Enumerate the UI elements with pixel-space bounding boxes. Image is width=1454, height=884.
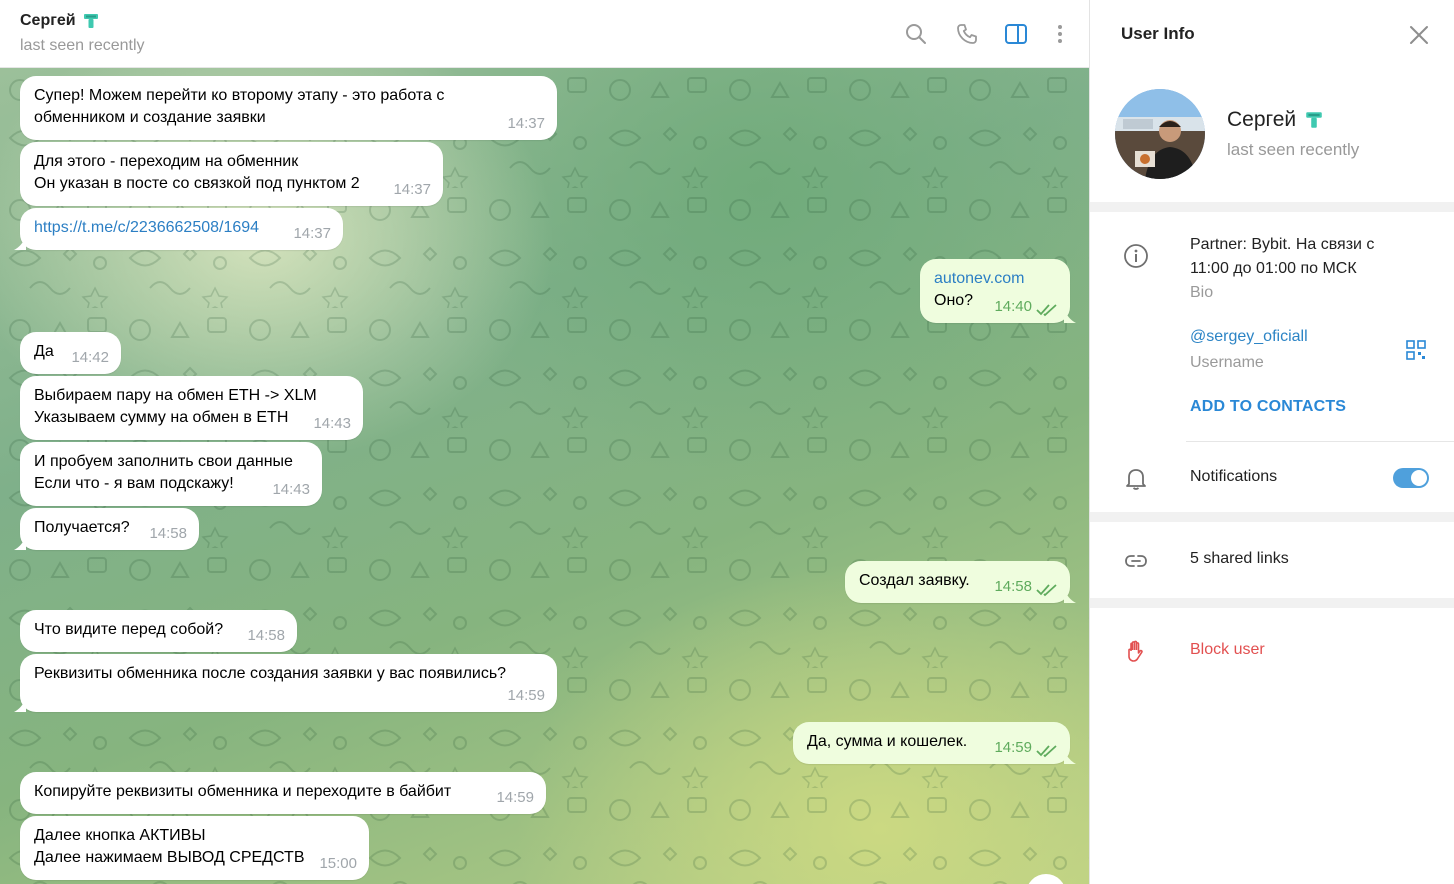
profile-name: Сергей — [1227, 108, 1324, 132]
message-bubble-outgoing[interactable]: Создал заявку. 14:58 — [845, 561, 1076, 603]
section-divider — [1090, 598, 1454, 608]
more-vertical-icon[interactable] — [1048, 22, 1072, 46]
section-divider — [1090, 512, 1454, 522]
peer-name-text: Сергей — [20, 12, 76, 29]
message-bubble[interactable]: Реквизиты обменника после создания заявк… — [14, 654, 557, 712]
shared-links-item[interactable]: 5 shared links — [1190, 550, 1289, 568]
message-time: 14:59 — [496, 789, 534, 806]
read-checkmarks-icon — [1036, 304, 1057, 317]
message-bubble[interactable]: Для этого - переходим на обменник Он ука… — [20, 142, 443, 206]
message-time: 14:43 — [272, 481, 310, 498]
message-time: 15:00 — [319, 855, 357, 872]
message-text: Что видите перед собой? — [34, 621, 224, 638]
message-time: 14:59 — [994, 739, 1032, 756]
message-time: 14:58 — [149, 525, 187, 542]
message-bubble[interactable]: Супер! Можем перейти ко второму этапу - … — [20, 76, 557, 140]
bubble-tail — [1064, 589, 1076, 603]
info-icon — [1124, 244, 1148, 268]
notifications-label: Notifications — [1190, 468, 1278, 485]
username-label: Username — [1190, 354, 1264, 371]
user-info-panel: User Info Сергей last seen recently Part… — [1089, 0, 1454, 884]
message-text: Далее кнопка АКТИВЫ Далее нажимаем ВЫВОД… — [34, 827, 305, 866]
add-to-contacts-button[interactable]: ADD TO CONTACTS — [1190, 398, 1346, 416]
message-bubble-outgoing[interactable]: Да, сумма и кошелек. 14:59 — [793, 722, 1076, 764]
bubble-tail — [14, 236, 26, 250]
message-text: Копируйте реквизиты обменника и переходи… — [34, 783, 452, 800]
block-hand-icon — [1128, 640, 1143, 662]
phone-icon[interactable] — [955, 22, 979, 46]
message-bubble[interactable]: Копируйте реквизиты обменника и переходи… — [20, 772, 546, 814]
message-text: И пробуем заполнить свои данные Если что… — [34, 453, 293, 492]
toggle-knob — [1411, 470, 1427, 486]
message-time: 14:37 — [293, 225, 331, 242]
message-text: Супер! Можем перейти ко второму этапу - … — [34, 87, 445, 126]
message-link[interactable]: https://t.me/c/2236662508/1694 — [34, 219, 259, 236]
message-text: Выбираем пару на обмен ETH -> XLM Указыв… — [34, 387, 317, 426]
premium-emoji-icon — [1306, 112, 1322, 128]
message-bubble[interactable]: Да 14:42 — [20, 332, 121, 374]
read-checkmarks-icon — [1036, 584, 1057, 597]
message-time: 14:37 — [393, 181, 431, 198]
chat-area: Сергей last seen recently Супер! Можем п… — [0, 0, 1089, 884]
bubble-tail — [14, 698, 26, 712]
bubble-tail — [1064, 750, 1076, 764]
message-time: 14:40 — [994, 298, 1032, 315]
message-time: 14:37 — [507, 115, 545, 132]
username-link[interactable]: @sergey_oficiall — [1190, 328, 1308, 346]
peer-status: last seen recently — [20, 37, 145, 54]
message-bubble[interactable]: https://t.me/c/2236662508/1694 14:37 — [14, 208, 343, 250]
premium-emoji-icon — [83, 14, 98, 28]
message-time: 14:58 — [994, 578, 1032, 595]
message-time: 14:59 — [507, 687, 545, 704]
message-text: Реквизиты обменника после создания заявк… — [34, 665, 507, 682]
profile-name-text: Сергей — [1227, 108, 1297, 131]
bubble-tail — [1064, 309, 1076, 323]
block-user-button[interactable]: Block user — [1190, 641, 1265, 659]
bell-icon — [1126, 469, 1146, 490]
close-icon[interactable] — [1408, 24, 1430, 46]
message-bubble-outgoing[interactable]: autonev.com Оно? 14:40 — [920, 259, 1076, 323]
bio-text: Partner: Bybit. На связи с 11:00 до 01:0… — [1190, 236, 1375, 277]
profile-status: last seen recently — [1227, 140, 1360, 159]
qr-code-icon[interactable] — [1406, 340, 1426, 360]
notifications-toggle[interactable] — [1393, 468, 1429, 488]
link-icon — [1125, 555, 1147, 567]
message-time: 14:43 — [313, 415, 351, 432]
message-text: Для этого - переходим на обменник Он ука… — [34, 153, 360, 192]
message-bubble[interactable]: Выбираем пару на обмен ETH -> XLM Указыв… — [20, 376, 363, 440]
peer-name[interactable]: Сергей — [20, 12, 100, 30]
message-bubble[interactable]: Далее кнопка АКТИВЫ Далее нажимаем ВЫВОД… — [20, 816, 369, 880]
sidebar-toggle-icon[interactable] — [1004, 22, 1028, 46]
message-time: 14:42 — [71, 349, 109, 366]
bio-label: Bio — [1190, 284, 1214, 301]
panel-title: User Info — [1121, 24, 1195, 43]
message-bubble[interactable]: Получается? 14:58 — [14, 508, 199, 550]
message-time: 14:58 — [247, 627, 285, 644]
divider — [1186, 441, 1454, 442]
avatar[interactable] — [1115, 89, 1205, 179]
search-icon[interactable] — [904, 22, 928, 46]
bubble-tail — [14, 536, 26, 550]
message-bubble[interactable]: И пробуем заполнить свои данные Если что… — [20, 442, 322, 506]
section-divider — [1090, 202, 1454, 212]
read-checkmarks-icon — [1036, 745, 1057, 758]
message-bubble[interactable]: Что видите перед собой? 14:58 — [20, 610, 297, 652]
message-link[interactable]: autonev.com — [934, 268, 1056, 290]
chat-header[interactable]: Сергей last seen recently — [0, 0, 1089, 68]
